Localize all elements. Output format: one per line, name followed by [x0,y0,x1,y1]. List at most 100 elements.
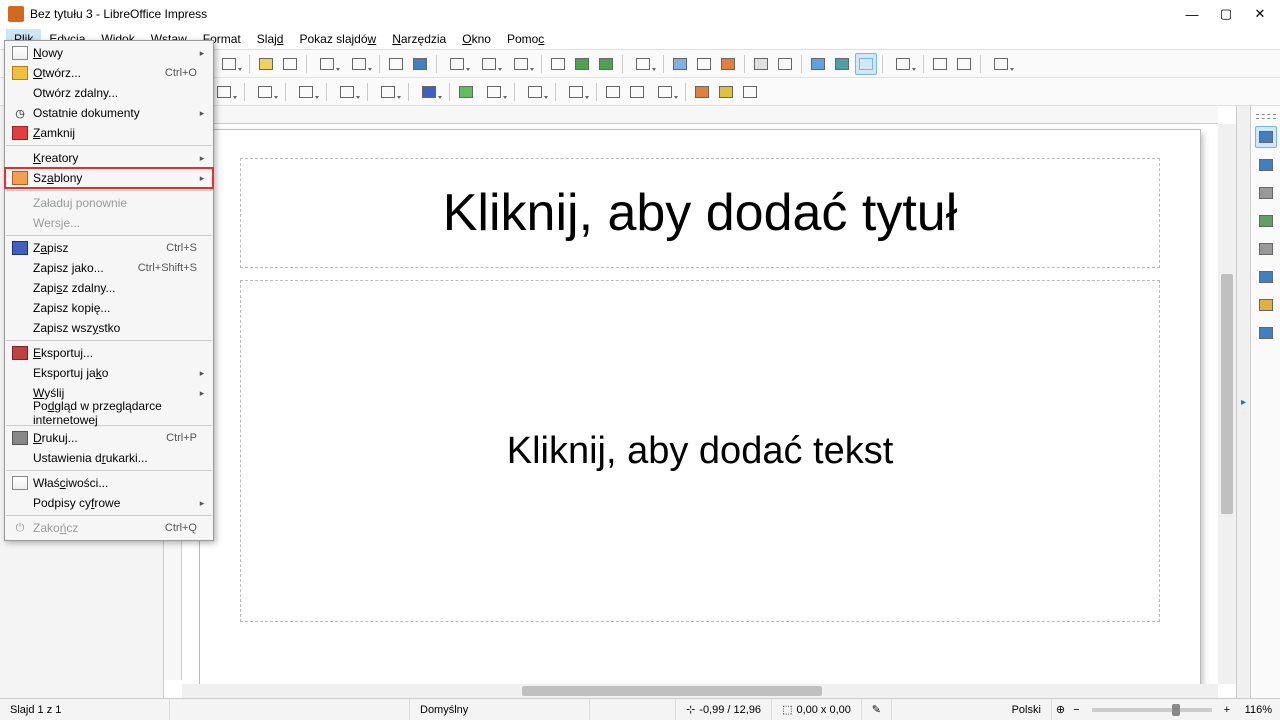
slide-layout-button[interactable] [888,53,918,75]
crop-button[interactable] [626,81,648,103]
menu-item-właściwości[interactable]: Właściwości... [5,473,213,493]
menu-item-eksportuj[interactable]: Eksportuj... [5,343,213,363]
block-arrows-button[interactable] [250,81,280,103]
menu-pokaz-slajdów[interactable]: Pokaz slajdów [291,29,384,49]
menu-item-podgląd-w-przeglądarce-internetowej[interactable]: Podgląd w przeglądarce internetowej [5,403,213,423]
flowchart-button[interactable] [291,81,321,103]
insert-image-button[interactable] [669,53,691,75]
zoom-level[interactable]: 116% [1234,699,1280,720]
menu-item-zapisz-zdalny[interactable]: Zapisz zdalny... [5,278,213,298]
maximize-button[interactable]: ▢ [1218,6,1234,22]
toolbar-separator [923,55,924,73]
zoom-out-button[interactable]: − [1069,704,1083,716]
zoom-slider-knob[interactable] [1172,704,1180,716]
zoom-fit-button[interactable]: ⊕ [1052,699,1069,720]
menu-item-podpisy-cyfrowe[interactable]: Podpisy cyfrowe▸ [5,493,213,513]
sidebar-tab-navigator[interactable] [1255,210,1277,232]
redo-button[interactable] [344,53,374,75]
hyperlink-button[interactable] [831,53,853,75]
sidebar-tab-master-slides[interactable] [1255,322,1277,344]
status-language[interactable]: Polski [892,699,1052,720]
guides-button[interactable] [506,53,536,75]
delete-slide-button[interactable] [953,53,975,75]
insert-textbox-button[interactable] [750,53,772,75]
menu-item-zapisz-wszystko[interactable]: Zapisz wszystko [5,318,213,338]
menu-item-nowy[interactable]: Nowy▸ [5,43,213,63]
start-show-button[interactable] [571,53,593,75]
status-empty-2 [590,699,676,720]
stars-button[interactable] [373,81,403,103]
title-placeholder[interactable]: Kliknij, aby dodać tytuł [240,158,1160,268]
undo-button[interactable] [312,53,342,75]
menu-item-zapisz-jako[interactable]: Zapisz jako...Ctrl+Shift+S [5,258,213,278]
content-placeholder[interactable]: Kliknij, aby dodać tekst [240,280,1160,622]
fontwork-button[interactable] [807,53,829,75]
slide[interactable]: Kliknij, aby dodać tytuł Kliknij, aby do… [200,130,1200,692]
spellcheck-button[interactable] [409,53,431,75]
menu-narzędzia[interactable]: Narzędzia [384,29,454,49]
menu-okno[interactable]: Okno [454,29,499,49]
menu-item-zamknij[interactable]: Zamknij [5,123,213,143]
slide-workspace[interactable]: Kliknij, aby dodać tytuł Kliknij, aby do… [182,124,1218,684]
menu-pomoc[interactable]: Pomoc [499,29,552,49]
sidebar-tab-properties[interactable] [1255,126,1277,148]
menu-item-ustawienia-drukarki[interactable]: Ustawienia drukarki... [5,448,213,468]
zoom-in-button[interactable]: + [1220,704,1234,716]
menu-item-zapisz[interactable]: ZapiszCtrl+S [5,238,213,258]
points-button[interactable] [691,81,713,103]
sidebar-tab-animation[interactable] [1255,294,1277,316]
menu-slajd[interactable]: Slajd [249,29,292,49]
menu-item-kreatory[interactable]: Kreatory▸ [5,148,213,168]
zoom-slider[interactable] [1092,708,1212,712]
close-button[interactable]: ✕ [1252,6,1268,22]
paste-button[interactable] [214,53,244,75]
3d-objects-button[interactable] [414,81,444,103]
start-current-button[interactable] [595,53,617,75]
extrusion-button[interactable] [739,81,761,103]
sidebar-tab-slide-transition[interactable] [1255,266,1277,288]
views-button[interactable] [986,53,1016,75]
duplicate-slide-button[interactable] [929,53,951,75]
export-icon [11,345,29,361]
gluepoints-button[interactable] [715,81,737,103]
master-button[interactable] [547,53,569,75]
horizontal-scrollbar[interactable] [182,684,1218,698]
sidebar-handle[interactable] [1256,114,1276,118]
align-button[interactable] [479,81,509,103]
find-button[interactable] [385,53,407,75]
filter-button[interactable] [650,81,680,103]
insert-av-button[interactable] [693,53,715,75]
sidebar-expand[interactable]: ▸ [1236,106,1250,698]
menu-item-zapisz-kopię[interactable]: Zapisz kopię... [5,298,213,318]
rotate-button[interactable] [455,81,477,103]
special-char-button[interactable] [855,53,877,75]
insert-table-button[interactable] [628,53,658,75]
sidebar-tab-gallery[interactable] [1255,182,1277,204]
minimize-button[interactable]: — [1184,6,1200,22]
callouts-button[interactable] [332,81,362,103]
sidebar-tab-styles[interactable] [1255,154,1277,176]
insert-chart-button[interactable] [717,53,739,75]
snap-button[interactable] [474,53,504,75]
toolbar-separator [408,83,409,101]
menu-item-otwórz-zdalny[interactable]: Otwórz zdalny... [5,83,213,103]
menu-item-drukuj[interactable]: Drukuj...Ctrl+P [5,428,213,448]
insert-header-button[interactable] [774,53,796,75]
menu-item-ostatnie-dokumenty[interactable]: ◷Ostatnie dokumenty▸ [5,103,213,123]
scroll-thumb-v[interactable] [1221,274,1233,514]
status-signature[interactable]: ✎ [862,699,892,720]
scroll-thumb-h[interactable] [522,686,822,696]
vertical-scrollbar[interactable] [1218,124,1236,684]
arrange-button[interactable] [520,81,550,103]
menu-item-szablony[interactable]: Szablony▸ [5,168,213,188]
toolbar-separator [685,83,686,101]
grid-button[interactable] [442,53,472,75]
sidebar-tab-shapes[interactable] [1255,238,1277,260]
status-master[interactable]: Domyślny [410,699,590,720]
distribute-button[interactable] [561,81,591,103]
menu-item-otwórz[interactable]: Otwórz...Ctrl+O [5,63,213,83]
clear-format-button[interactable] [279,53,301,75]
menu-item-eksportuj-jako[interactable]: Eksportuj jako▸ [5,363,213,383]
shadow-button[interactable] [602,81,624,103]
clone-format-button[interactable] [255,53,277,75]
